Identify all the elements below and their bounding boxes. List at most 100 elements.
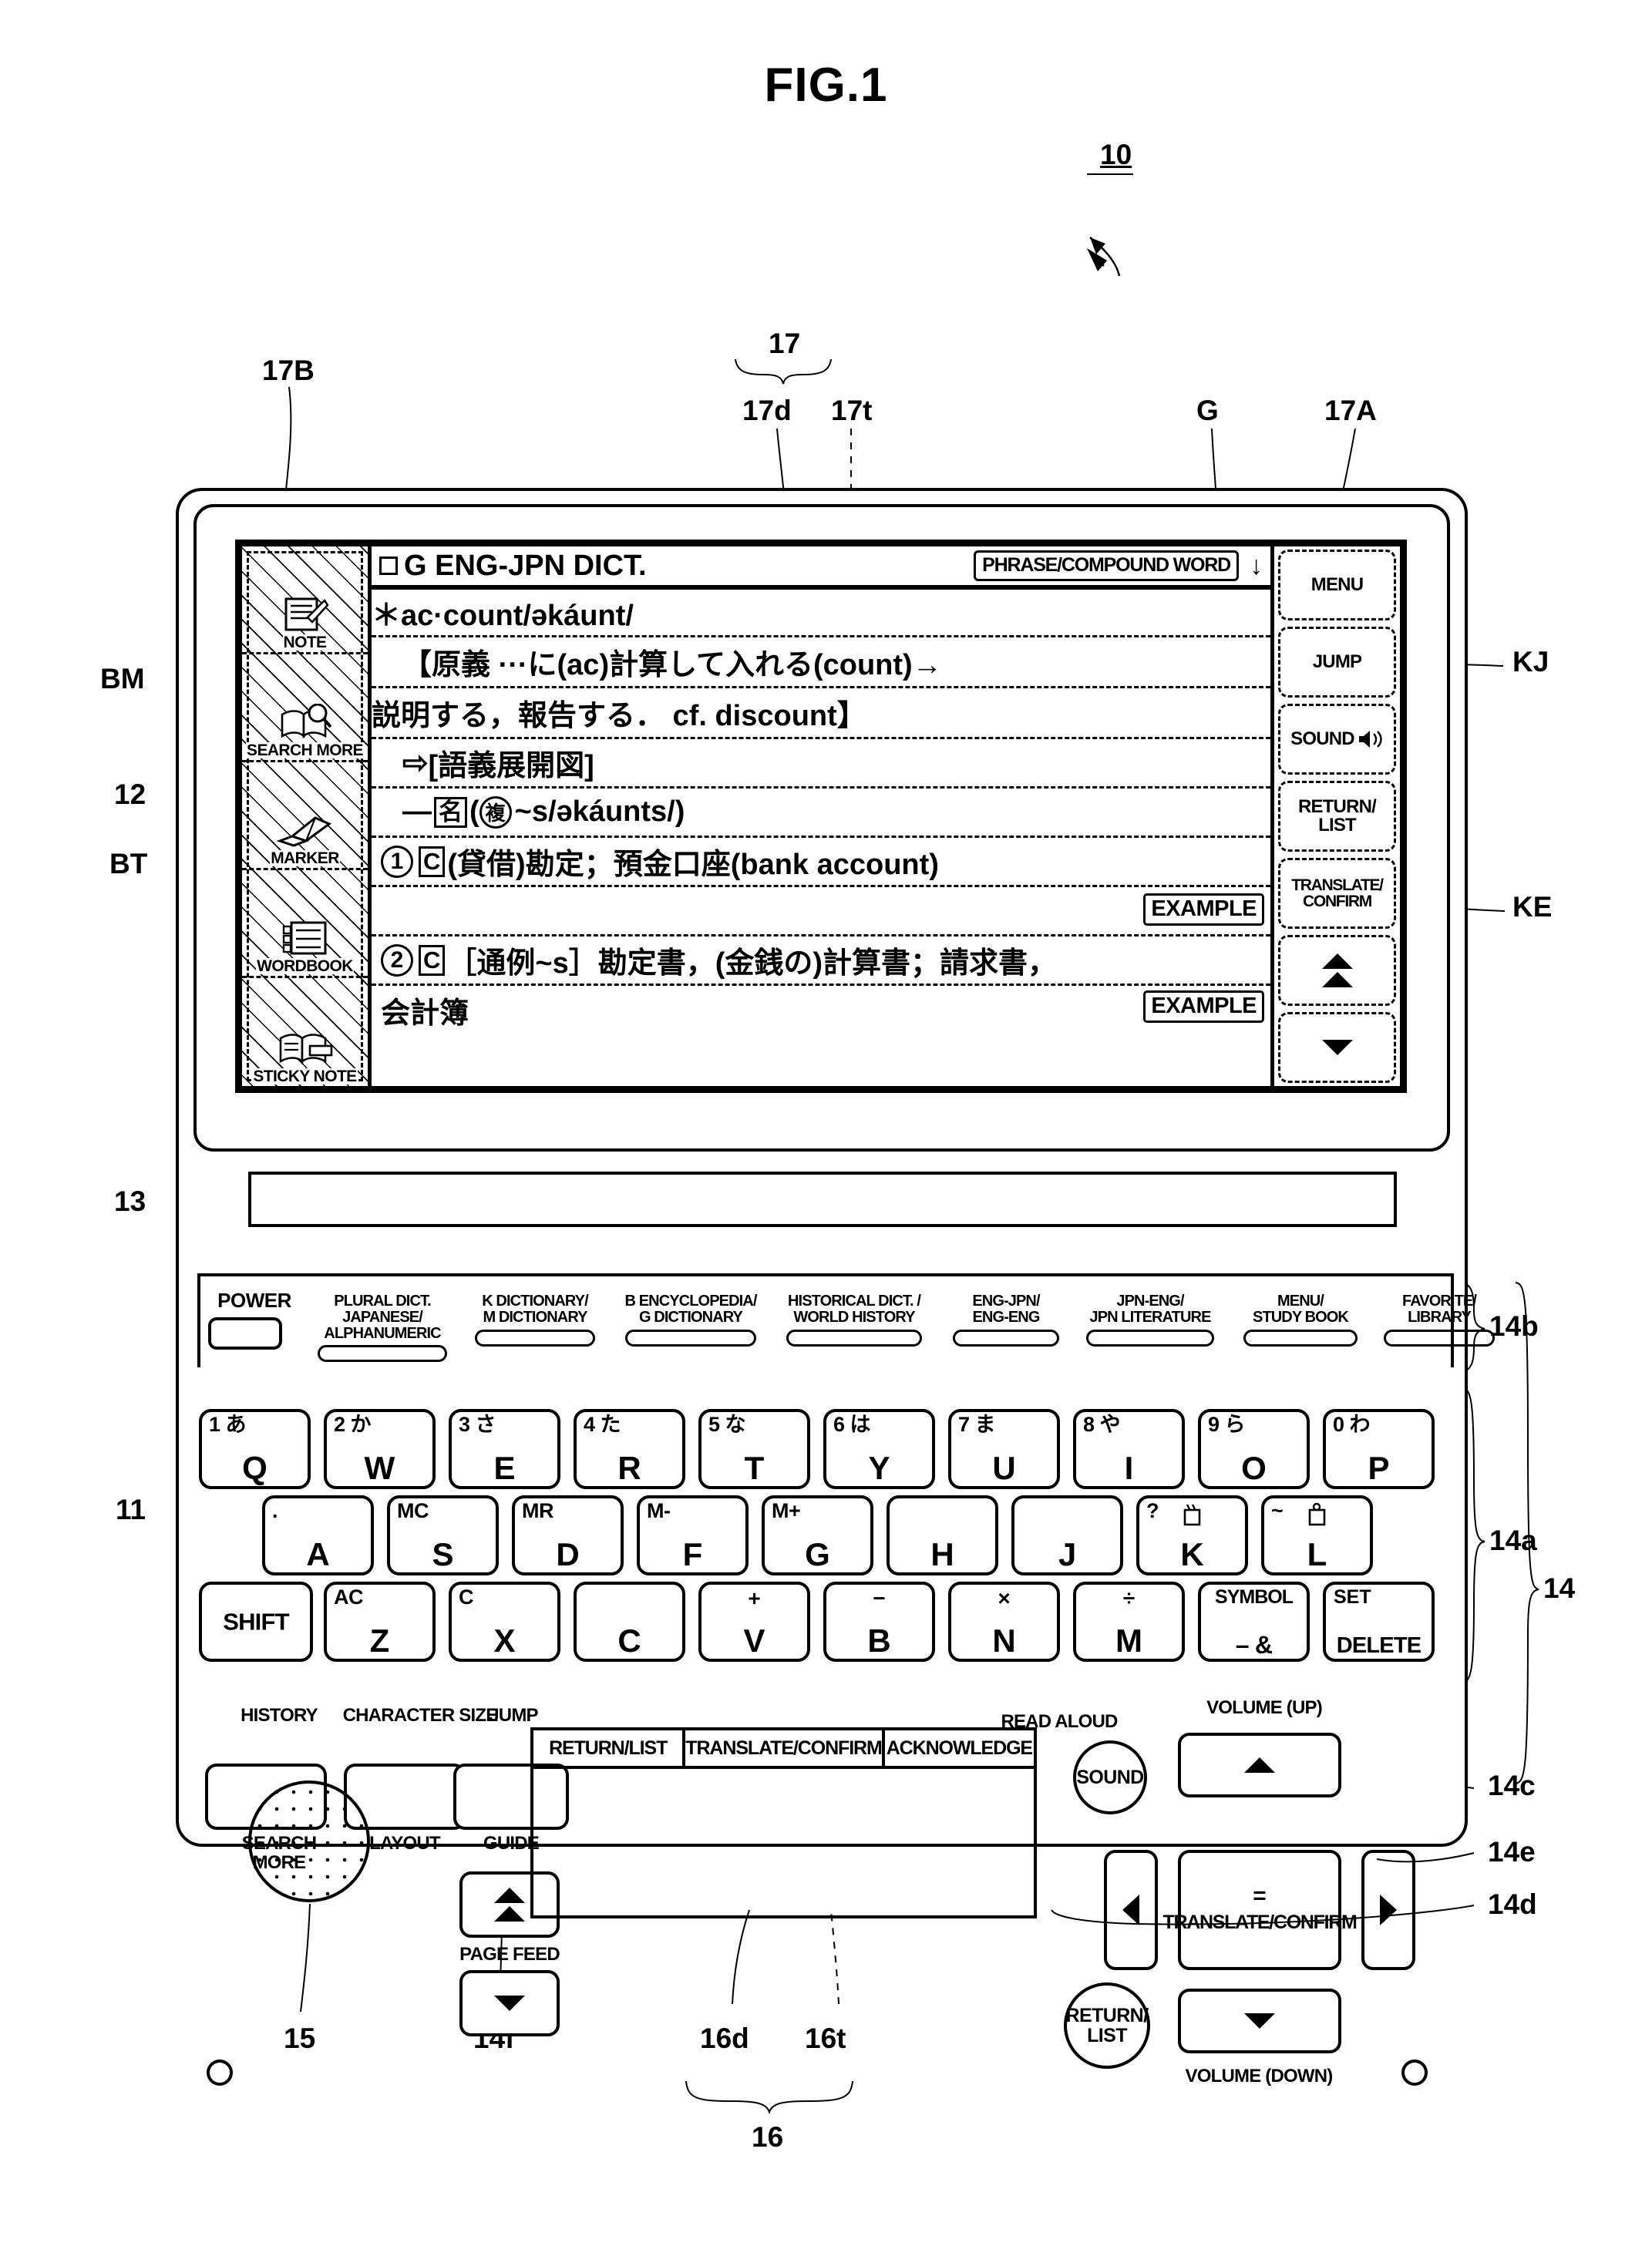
left-icon-bar[interactable]: NOTE SEARCH MORE MARKER WORDBOOK STICKY … <box>242 546 372 1086</box>
jump-label: JUMP <box>489 1705 538 1726</box>
dict-key-pill-7[interactable] <box>1384 1329 1495 1347</box>
key-S-sup: MC <box>397 1499 429 1522</box>
main-display[interactable]: NOTE SEARCH MORE MARKER WORDBOOK STICKY … <box>235 540 1407 1093</box>
cursor-left-button[interactable] <box>1104 1850 1158 1970</box>
entry-gloss-line-2: 説明する，報告する． cf. discount】 <box>372 688 1270 739</box>
key-O[interactable]: 9 ら O <box>1198 1409 1310 1489</box>
key-F[interactable]: M- F <box>637 1495 749 1575</box>
key-N-main: N <box>992 1622 1016 1659</box>
sense-2-countable-box: C <box>419 944 446 976</box>
display-key-sound[interactable]: SOUND <box>1278 704 1396 775</box>
power-button[interactable]: POWER <box>208 1289 301 1350</box>
dict-key-pill-2[interactable] <box>625 1329 756 1347</box>
key-M[interactable]: ÷ M <box>1073 1582 1185 1662</box>
dictionary-key-row[interactable]: POWER PLURAL DICT. JAPANESE/ ALPHANUMERI… <box>208 1284 1495 1369</box>
sub-display-tab-row[interactable]: RETURN/LIST TRANSLATE/CONFIRM ACKNOWLEDG… <box>533 1730 1034 1769</box>
dict-key-pill-0[interactable] <box>318 1345 447 1363</box>
key-SET-DELETE[interactable]: SET DELETE <box>1323 1582 1435 1662</box>
key-R[interactable]: 4 た R <box>574 1409 685 1489</box>
translate-confirm-button[interactable]: = TRANSLATE/CONFIRM <box>1162 1850 1358 1970</box>
key-Q[interactable]: 1 あ Q <box>199 1409 311 1489</box>
sidebar-item-wordbook[interactable]: WORDBOOK <box>242 870 368 978</box>
key-S[interactable]: MC S <box>387 1495 499 1575</box>
sound-button[interactable]: SOUND <box>1073 1740 1147 1814</box>
page-feed-down-button[interactable] <box>459 1970 560 2036</box>
key-SHIFT[interactable]: SHIFT <box>199 1582 313 1662</box>
dict-key-jpn-eng-jpn-literature[interactable]: JPN-ENG/ JPN LITERATURE <box>1076 1293 1224 1347</box>
sidebar-item-note[interactable]: NOTE <box>242 546 368 654</box>
key-H[interactable]: H <box>887 1495 998 1575</box>
entry-headword-line: ＊ac·count/əkáunt/ <box>372 590 1270 637</box>
key-K-main: K <box>1180 1536 1204 1572</box>
sidebar-item-search-more[interactable]: SEARCH MORE <box>242 654 368 762</box>
key-T[interactable]: 5 な T <box>698 1409 810 1489</box>
key-B[interactable]: − B <box>823 1582 935 1662</box>
power-button-pill[interactable] <box>208 1317 282 1350</box>
display-key-scroll-down[interactable] <box>1278 1012 1396 1083</box>
key-N[interactable]: × N <box>948 1582 1060 1662</box>
dict-key-pill-4[interactable] <box>953 1329 1059 1347</box>
dict-key-plural-alphanumeric[interactable]: PLURAL DICT. JAPANESE/ ALPHANUMERIC <box>308 1293 456 1363</box>
key-K[interactable]: ? K <box>1136 1495 1248 1575</box>
sub-tab-acknowledge[interactable]: ACKNOWLEDGE <box>885 1730 1034 1766</box>
sidebar-item-sticky-note[interactable]: STICKY NOTE <box>242 978 368 1086</box>
scroll-down-icon[interactable]: ↓ <box>1250 553 1263 579</box>
display-key-scroll-up[interactable] <box>1278 935 1396 1006</box>
key-G[interactable]: M+ G <box>762 1495 873 1575</box>
dictionary-checkbox-icon[interactable] <box>379 557 398 575</box>
key-X[interactable]: C X <box>449 1582 560 1662</box>
sidebar-item-marker[interactable]: MARKER <box>242 762 368 870</box>
dict-key-pill-6[interactable] <box>1243 1329 1358 1347</box>
cursor-right-button[interactable] <box>1361 1850 1415 1970</box>
key-N-sup: × <box>998 1586 1011 1610</box>
volume-up-label: VOLUME (UP) <box>1206 1697 1323 1718</box>
key-U[interactable]: 7 ま U <box>948 1409 1060 1489</box>
ref-11: 11 <box>116 1494 146 1525</box>
dict-key-eng-jpn-eng-eng[interactable]: ENG-JPN/ ENG-ENG <box>945 1293 1067 1347</box>
key-D[interactable]: MR D <box>512 1495 624 1575</box>
example-button-1[interactable]: EXAMPLE <box>1143 893 1264 926</box>
right-key-bar[interactable]: MENU JUMP SOUND RETURN/ LIST TRANSLATE/ … <box>1270 546 1400 1086</box>
dict-key-pill-5[interactable] <box>1086 1329 1214 1347</box>
dict-key-label-4: ENG-JPN/ ENG-ENG <box>972 1293 1040 1326</box>
dict-key-k-m-dictionary[interactable]: K DICTIONARY/ M DICTIONARY <box>466 1293 604 1347</box>
display-key-menu[interactable]: MENU <box>1278 550 1396 620</box>
volume-up-button[interactable] <box>1178 1733 1341 1797</box>
key-SYMBOL[interactable]: SYMBOL – & <box>1198 1582 1310 1662</box>
display-key-jump[interactable]: JUMP <box>1278 627 1396 698</box>
entry-diagram-line[interactable]: ⇨ [語義展開図] <box>372 739 1270 789</box>
display-key-return-list[interactable]: RETURN/ LIST <box>1278 781 1396 852</box>
right-arrow-icon <box>1380 1895 1397 1925</box>
key-V[interactable]: + V <box>698 1582 810 1662</box>
display-key-translate-confirm[interactable]: TRANSLATE/ CONFIRM <box>1278 858 1396 929</box>
trackpad[interactable] <box>248 1780 370 1902</box>
key-E[interactable]: 3 さ E <box>449 1409 560 1489</box>
key-E-sup: 3 さ <box>459 1413 496 1436</box>
phrase-compound-word-button[interactable]: PHRASE/COMPOUND WORD <box>974 550 1239 581</box>
key-L[interactable]: ~ L <box>1261 1495 1373 1575</box>
key-I[interactable]: 8 や I <box>1073 1409 1185 1489</box>
return-list-button[interactable]: RETURN/ LIST <box>1064 1982 1150 2069</box>
dict-key-pill-1[interactable] <box>475 1329 595 1347</box>
dict-key-historical-world-history[interactable]: HISTORICAL DICT. / WORLD HISTORY <box>776 1293 933 1347</box>
key-M-sup: ÷ <box>1122 1586 1136 1610</box>
sub-display[interactable]: RETURN/LIST TRANSLATE/CONFIRM ACKNOWLEDG… <box>530 1727 1037 1918</box>
entry-diagram-link[interactable]: [語義展開図] <box>429 741 594 784</box>
sub-tab-return-list[interactable]: RETURN/LIST <box>533 1730 686 1766</box>
key-P[interactable]: 0 わ P <box>1323 1409 1435 1489</box>
dict-key-menu-study-book[interactable]: MENU/ STUDY BOOK <box>1235 1293 1366 1347</box>
dict-key-b-encyclopedia-g-dictionary[interactable]: B ENCYCLOPEDIA/ G DICTIONARY <box>615 1293 766 1347</box>
key-Z[interactable]: AC Z <box>324 1582 436 1662</box>
key-W[interactable]: 2 か W <box>324 1409 436 1489</box>
dict-key-favorite-library[interactable]: FAVORITE/ LIBRARY <box>1375 1293 1503 1347</box>
key-Y[interactable]: 6 は Y <box>823 1409 935 1489</box>
volume-down-button[interactable] <box>1178 1989 1341 2053</box>
sub-tab-translate-confirm[interactable]: TRANSLATE/CONFIRM <box>685 1730 885 1766</box>
dictionary-entry-body: ＊ac·count/əkáunt/ 【原義 ···に(ac)計算して入れる(co… <box>372 590 1270 1086</box>
sidebar-label-marker: MARKER <box>270 849 340 867</box>
example-button-2[interactable]: EXAMPLE <box>1143 990 1264 1023</box>
key-J[interactable]: J <box>1011 1495 1123 1575</box>
key-C[interactable]: C <box>574 1582 685 1662</box>
dict-key-pill-3[interactable] <box>786 1329 922 1347</box>
key-A[interactable]: . A <box>262 1495 374 1575</box>
